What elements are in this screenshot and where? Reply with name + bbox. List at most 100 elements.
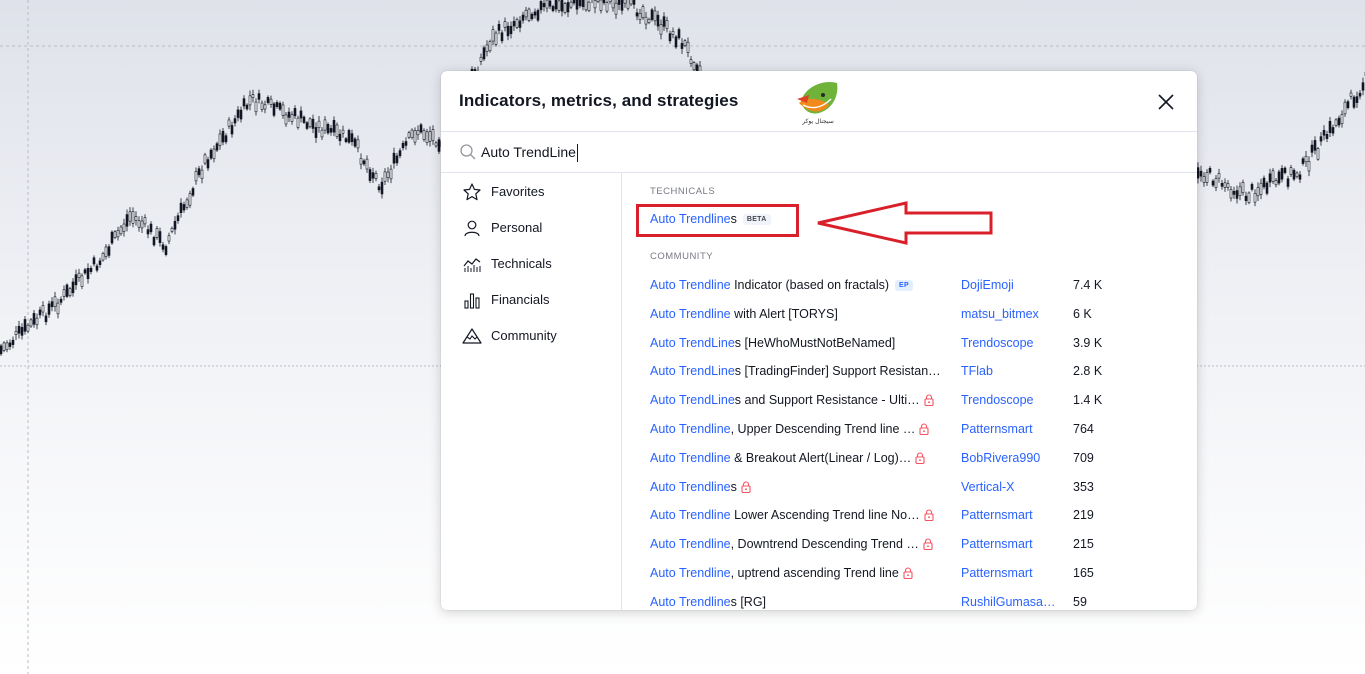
candle-body [170,227,174,232]
result-name-match: Auto TrendLine [650,364,735,379]
candle-body [1358,92,1362,97]
candle-body [218,133,222,146]
candle-body [1259,182,1263,195]
candle-body [260,102,264,110]
candle-body [1337,117,1341,126]
candle-body [317,120,321,128]
candle-body [104,246,108,257]
result-name: Auto TrendLines [TradingFinder] Support … [650,364,945,378]
result-name-match: Auto TrendLine [650,393,735,408]
sidebar-item-community[interactable]: Community [441,319,621,353]
candle-body [242,98,246,107]
candle-body [413,130,417,143]
candle-body [53,296,57,308]
candle-body [638,13,642,20]
search-icon [460,144,476,160]
candle-body [164,246,168,255]
section-header-community: COMMUNITY [650,251,714,262]
result-row[interactable]: Auto Trendline with Alert [TORYS] matsu_b… [622,302,1197,328]
result-row[interactable]: Auto Trendline & Breakout Alert(Linear /… [622,446,1197,472]
result-author-link[interactable]: matsu_bitmex [961,307,1056,321]
candle-body [161,244,165,250]
result-author-link[interactable]: TFlab [961,364,1056,378]
candle-body [569,1,573,8]
sidebar-item-personal[interactable]: Personal [441,211,621,245]
candle-body [1199,170,1203,177]
lock-icon [924,509,934,522]
candle-body [248,95,252,106]
candle-body [383,171,387,182]
close-icon[interactable] [1155,91,1177,113]
candle-body [485,44,489,52]
result-author-link[interactable]: BobRivera990 [961,451,1056,465]
candle-body [557,0,561,11]
result-author-link[interactable]: Patternsmart [961,537,1056,551]
result-author-link[interactable]: Patternsmart [961,422,1056,436]
result-row[interactable]: Auto Trendline, Downtrend Descending Tre… [622,532,1197,558]
sidebar-item-favorites[interactable]: Favorites [441,175,621,209]
candle-body [515,19,519,28]
sidebar-item-financials[interactable]: Financials [441,283,621,317]
search-bar [441,132,1197,173]
candle-body [101,253,105,261]
candle-body [482,47,486,60]
lock-icon [924,394,934,407]
candle-body [257,93,261,100]
candle-body [491,29,495,42]
candle-body [689,59,693,64]
candle-body [536,10,540,21]
candle-body [659,24,663,35]
candle-body [671,31,675,35]
result-row[interactable]: Auto TrendLines and Support Resistance -… [622,388,1197,414]
result-row[interactable]: Auto TrendLines [TradingFinder] Support … [622,359,1197,385]
candle-body [188,193,192,206]
candle-body [155,228,159,238]
bar-chart-icon [464,293,480,309]
result-row[interactable]: Auto Trendline Indicator (based on fract… [622,273,1197,299]
result-usage-count: 709 [1073,450,1094,465]
candle-body [1352,96,1356,108]
candle-body [1232,190,1236,195]
result-name: Auto Trendline, Upper Descending Trend l… [650,422,945,436]
result-row[interactable]: Auto Trendline, uptrend ascending Trend … [622,561,1197,587]
result-author-link[interactable]: Trendoscope [961,336,1056,350]
result-row[interactable]: Auto Trendline, Upper Descending Trend l… [622,417,1197,443]
result-author-link[interactable]: Vertical-X [961,480,1056,494]
sidebar-item-label: Community [491,328,557,343]
candle-body [1298,174,1302,180]
candle-body [551,6,555,11]
candle-body [1316,148,1320,160]
result-row[interactable]: Auto TrendLines [HeWhoMustNotBeNamed] Tre… [622,331,1197,357]
candle-body [596,0,600,2]
result-author-link[interactable]: Patternsmart [961,508,1056,522]
result-usage-count: 7.4 K [1073,278,1103,292]
candle-body [62,289,66,297]
candle-body [506,25,510,37]
candle-body [407,132,411,138]
candle-body [635,12,639,17]
candle-body [131,211,135,224]
candle-body [275,102,279,107]
result-name-rest: Lower Ascending Trend line No… [730,508,920,523]
result-row[interactable]: Auto Trendline Lower Ascending Trend lin… [622,503,1197,529]
candle-body [302,116,306,123]
candle-body [566,2,570,13]
result-author-link[interactable]: Patternsmart [961,566,1056,580]
sidebar-item-label: Technicals [491,256,552,271]
candle-body [1241,182,1245,194]
result-author-link[interactable]: DojiEmoji [961,278,1056,292]
result-row[interactable]: Auto Trendlines Vertical-X 353 [622,475,1197,501]
candle-body [128,211,132,222]
result-author-link[interactable]: RushilGumasa… [961,595,1056,609]
result-author-link[interactable]: Trendoscope [961,393,1056,407]
candle-body [308,118,312,128]
candle-body [74,274,78,286]
sidebar-item-technicals[interactable]: Technicals [441,247,621,281]
candle-body [1280,168,1284,180]
candle-body [398,150,402,157]
search-input[interactable] [481,140,981,164]
candle-body [1304,155,1308,163]
candle-body [650,9,654,20]
candle-body [140,220,144,229]
result-row[interactable]: Auto Trendlines [RG] RushilGumasa… 59 [622,590,1197,610]
